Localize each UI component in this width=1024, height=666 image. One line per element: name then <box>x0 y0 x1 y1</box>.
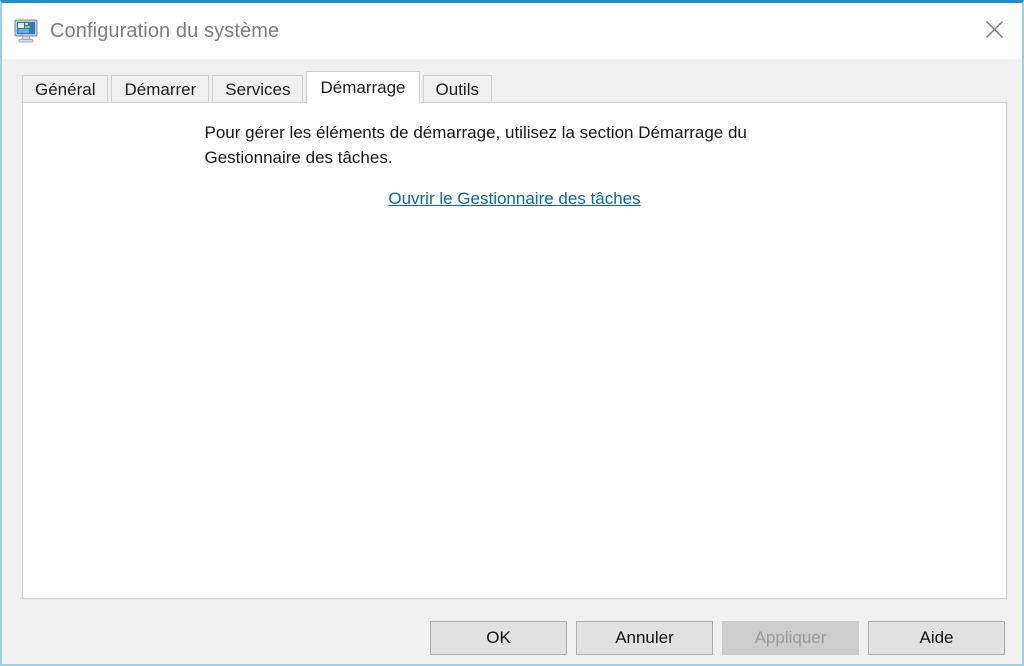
open-task-manager-link[interactable]: Ouvrir le Gestionnaire des tâches <box>388 189 640 209</box>
system-configuration-monitor-icon <box>14 19 40 43</box>
close-button[interactable] <box>966 3 1022 56</box>
startup-tab-content: Pour gérer les éléments de démarrage, ut… <box>23 103 1006 209</box>
tab-strip: Général Démarrer Services Démarrage Outi… <box>22 59 1003 104</box>
apply-button[interactable]: Appliquer <box>722 621 859 655</box>
tab-general[interactable]: Général <box>22 75 109 103</box>
tab-demarrage[interactable]: Démarrage <box>306 71 420 104</box>
close-icon <box>985 21 1003 38</box>
tab-outils[interactable]: Outils <box>422 75 492 103</box>
ok-button[interactable]: OK <box>430 621 567 655</box>
title-bar: Configuration du système <box>2 3 1022 59</box>
cancel-button[interactable]: Annuler <box>576 621 713 655</box>
tab-content-panel: Pour gérer les éléments de démarrage, ut… <box>22 102 1007 599</box>
help-button[interactable]: Aide <box>868 621 1005 655</box>
dialog-button-row: OK Annuler Appliquer Aide <box>2 621 1022 655</box>
system-configuration-dialog: Configuration du système Général Démarre… <box>0 0 1024 666</box>
window-title: Configuration du système <box>50 20 280 42</box>
tab-services[interactable]: Services <box>212 75 304 103</box>
tab-demarrer[interactable]: Démarrer <box>111 75 210 103</box>
startup-info-text: Pour gérer les éléments de démarrage, ut… <box>204 123 747 167</box>
